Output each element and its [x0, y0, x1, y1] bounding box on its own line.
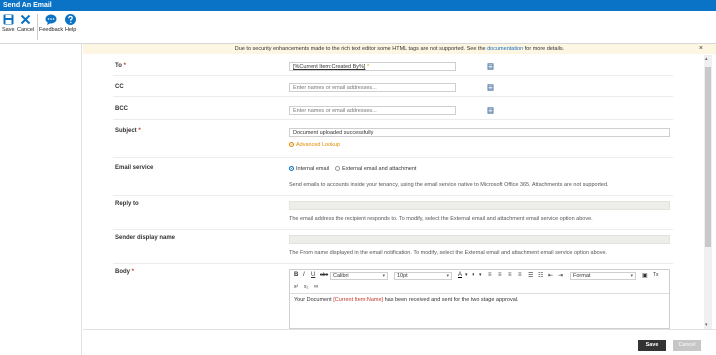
font-family-select[interactable]: Calibri ▾ [330, 272, 388, 280]
body-label: Body * [115, 269, 135, 275]
chevron-down-icon: ▾ [382, 273, 385, 279]
email-service-label: Email service [115, 165, 154, 171]
ribbon-separator [37, 14, 38, 40]
email-service-row: Email service Internal email External em… [113, 158, 673, 196]
link-icon[interactable]: ∞ [314, 284, 318, 290]
to-row: To * [%Current Item:Created By%] * [113, 55, 673, 76]
strikethrough-button[interactable]: abc [320, 272, 328, 278]
save-label: Save [2, 27, 15, 33]
font-size-select[interactable]: 10pt ▾ [394, 272, 452, 280]
to-label: To * [115, 63, 126, 69]
form-scrollbar[interactable]: ▴ ▾ [704, 55, 712, 329]
justify-icon[interactable]: ≡ [518, 272, 522, 278]
scroll-up-icon[interactable]: ▴ [705, 56, 708, 62]
cancel-ribbon-button[interactable]: Cancel [17, 14, 34, 33]
editor-toolbar-row-1: B I U abc Calibri ▾ 10pt ▾ A ▾ ◐ ▾ ≡ ≡ ≡ ≡… [290, 270, 669, 282]
cc-label: CC [115, 84, 124, 90]
to-field[interactable]: [%Current Item:Created By%] * [289, 62, 456, 71]
scrollbar-thumb[interactable] [705, 67, 711, 247]
font-color-dropdown-icon[interactable]: ▾ [465, 272, 468, 278]
reply-to-label: Reply to [115, 201, 139, 207]
to-token: [%Current Item:Created By%] [293, 64, 366, 70]
underline-button[interactable]: U [311, 272, 315, 278]
highlight-dropdown-icon[interactable]: ▾ [479, 272, 482, 278]
indent-icon[interactable]: ⇥ [558, 272, 563, 279]
clear-format-button[interactable]: Tx [653, 272, 659, 278]
feedback-icon [45, 14, 57, 25]
subject-row: Subject * Document uploaded successfully… [113, 120, 673, 158]
ribbon-toolbar: Save Cancel Feedback Help [0, 11, 716, 44]
editor-toolbar-row-2: x² x₂ ∞ [290, 282, 669, 294]
to-token-star: * [366, 64, 370, 70]
bold-button[interactable]: B [294, 272, 298, 278]
subject-input[interactable]: Document uploaded successfully [289, 128, 670, 137]
feedback-button[interactable]: Feedback [39, 14, 63, 33]
address-book-icon[interactable] [487, 84, 494, 91]
feedback-label: Feedback [39, 27, 64, 33]
bcc-input[interactable]: Enter names or email addresses... [289, 106, 456, 115]
left-panel [0, 44, 82, 355]
banner-text-before: Due to security enhancements made to the… [234, 46, 488, 52]
italic-button[interactable]: I [303, 272, 305, 278]
banner-text-after: for more details. [523, 46, 565, 52]
external-email-radio[interactable]: External email and attachment [335, 166, 416, 172]
insert-image-icon[interactable]: ▣ [642, 272, 648, 279]
radio-selected-icon [289, 166, 294, 171]
format-select[interactable]: Format ▾ [570, 272, 636, 280]
reply-to-help: The email address the recipient responds… [289, 216, 593, 222]
bullet-list-icon[interactable]: ☷ [538, 272, 543, 279]
superscript-button[interactable]: x² [294, 284, 298, 290]
chevron-down-icon: ▾ [446, 273, 449, 279]
reply-to-input [289, 201, 670, 210]
reply-to-row: Reply to The email address the recipient… [113, 196, 673, 230]
save-button[interactable]: Save [638, 340, 666, 351]
bcc-row: BCC Enter names or email addresses... [113, 97, 673, 120]
font-color-button[interactable]: A [458, 272, 462, 278]
chevron-down-icon: ▾ [630, 273, 633, 279]
highlight-icon[interactable]: ◐ [472, 272, 476, 278]
numbered-list-icon[interactable]: ☰ [528, 272, 533, 279]
radio-unselected-icon [335, 166, 341, 171]
cancel-label: Cancel [17, 27, 35, 33]
help-icon [65, 14, 77, 25]
address-book-icon[interactable] [487, 63, 494, 70]
cancel-button[interactable]: Cancel [673, 340, 701, 351]
save-icon [3, 14, 14, 25]
email-service-options: Internal email External email and attach… [289, 166, 416, 172]
address-book-icon[interactable] [487, 107, 494, 114]
plus-circle-icon: + [289, 142, 294, 147]
body-text: Your Document [Current Item:Name] has be… [294, 297, 519, 303]
align-center-icon[interactable]: ≡ [498, 272, 502, 278]
banner-close-button[interactable]: × [699, 45, 703, 52]
documentation-link[interactable]: documentation [487, 46, 523, 52]
sender-label: Sender display name [115, 235, 176, 241]
save-ribbon-button[interactable]: Save [2, 14, 15, 33]
sender-row: Sender display name The From name displa… [113, 230, 673, 264]
sender-help: The From name displayed in the email not… [289, 250, 608, 256]
cc-row: CC Enter names or email addresses... [113, 76, 673, 97]
close-icon [20, 14, 31, 25]
footer-bar: Save Cancel [83, 329, 716, 355]
cc-input[interactable]: Enter names or email addresses... [289, 83, 456, 92]
internal-email-radio[interactable]: Internal email [289, 166, 329, 172]
window-title: Send An Email [0, 0, 716, 11]
outdent-icon[interactable]: ⇤ [548, 272, 553, 279]
align-left-icon[interactable]: ≡ [488, 272, 492, 278]
body-editor[interactable]: B I U abc Calibri ▾ 10pt ▾ A ▾ ◐ ▾ ≡ ≡ ≡ ≡… [289, 269, 670, 329]
email-form: To * [%Current Item:Created By%] * CC En… [83, 55, 704, 329]
sender-input [289, 235, 670, 244]
subject-label: Subject * [115, 128, 141, 134]
help-label: Help [65, 27, 77, 33]
advanced-lookup-link[interactable]: + Advanced Lookup [289, 142, 340, 148]
help-button[interactable]: Help [65, 14, 76, 33]
scroll-down-icon[interactable]: ▾ [705, 322, 708, 328]
current-item-name-ref: [Current Item:Name] [333, 297, 384, 303]
subscript-button[interactable]: x₂ [304, 284, 308, 290]
align-right-icon[interactable]: ≡ [508, 272, 512, 278]
security-banner: Due to security enhancements made to the… [83, 44, 716, 54]
bcc-label: BCC [115, 106, 128, 112]
email-service-help: Send emails to accounts inside your tena… [289, 182, 609, 188]
